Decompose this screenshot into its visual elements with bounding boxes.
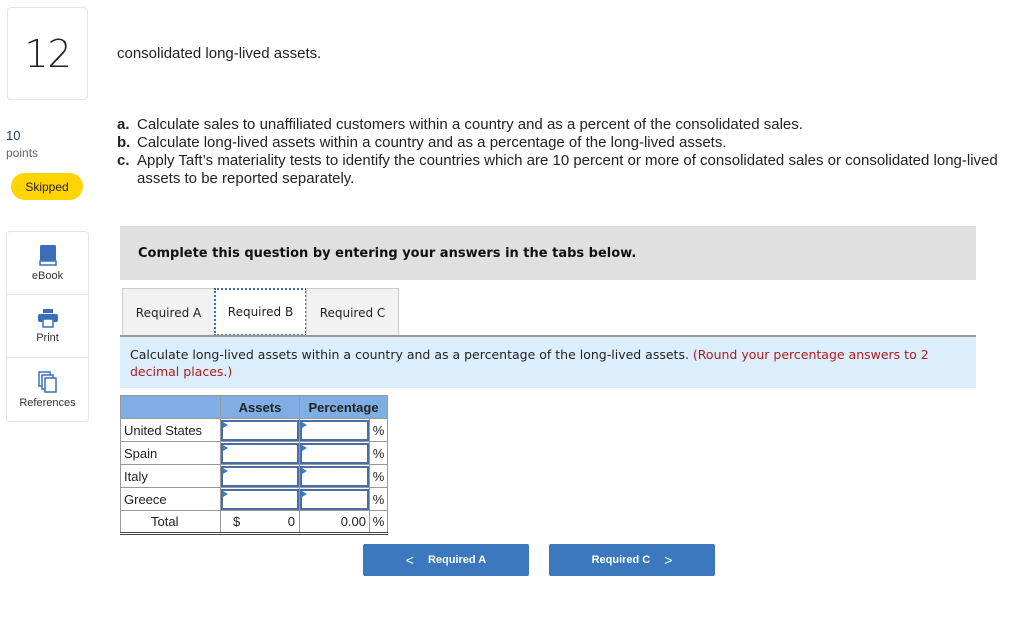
total-row: Total $ 0 0.00 % xyxy=(120,510,388,535)
prev-required-a-button[interactable]: < Required A xyxy=(363,544,529,576)
header-percentage: Percentage xyxy=(299,395,388,419)
percent-symbol: % xyxy=(369,510,388,535)
prompt-text: Calculate long-lived assets within a cou… xyxy=(130,347,693,362)
table-header-row: Assets Percentage xyxy=(120,395,388,419)
question-prompt: Calculate long-lived assets within a cou… xyxy=(120,335,976,388)
intro-text: consolidated long-lived assets. xyxy=(117,45,322,62)
requirement-item: a. Calculate sales to unaffiliated custo… xyxy=(117,116,1024,134)
chevron-right-icon: > xyxy=(664,552,673,568)
references-button[interactable]: References xyxy=(7,358,88,421)
assets-input-greece[interactable] xyxy=(223,490,297,508)
country-label: United States xyxy=(120,418,221,442)
instruction-banner: Complete this question by entering your … xyxy=(120,226,976,280)
points-value: 10 xyxy=(6,128,21,143)
assets-input-united-states[interactable] xyxy=(223,421,297,439)
next-required-c-button[interactable]: Required C > xyxy=(549,544,715,576)
assets-input-italy[interactable] xyxy=(223,467,297,485)
tab-bar: Required A Required B Required C xyxy=(122,288,399,336)
country-label: Italy xyxy=(120,464,221,488)
total-assets-value: 0 xyxy=(287,514,295,529)
percentage-input-italy[interactable] xyxy=(302,467,367,485)
country-label: Greece xyxy=(120,487,221,511)
ebook-button[interactable]: eBook xyxy=(7,232,88,295)
print-button[interactable]: Print xyxy=(7,295,88,358)
requirement-letter: c. xyxy=(117,152,130,169)
tab-required-a[interactable]: Required A xyxy=(122,288,215,336)
total-percentage-value: 0.00 xyxy=(299,510,370,535)
print-label: Print xyxy=(36,332,59,344)
book-icon xyxy=(38,244,57,266)
country-label: Spain xyxy=(120,441,221,465)
question-number: 12 xyxy=(24,31,71,76)
prev-button-label: Required A xyxy=(427,554,487,566)
answer-table: Assets Percentage United States % Spain … xyxy=(120,395,388,535)
percent-symbol: % xyxy=(369,464,388,488)
table-row: Spain % xyxy=(120,441,388,465)
tab-required-b[interactable]: Required B xyxy=(214,288,307,336)
assets-input-spain[interactable] xyxy=(223,444,297,462)
requirement-text: Apply Taft’s materiality tests to identi… xyxy=(137,152,998,169)
percent-symbol: % xyxy=(369,487,388,511)
question-number-box: 12 xyxy=(7,7,88,100)
references-label: References xyxy=(19,396,76,409)
percentage-input-greece[interactable] xyxy=(302,490,367,508)
chevron-left-icon: < xyxy=(405,552,414,568)
clipped-intro-text xyxy=(117,28,987,42)
requirement-item: assets to be reported separately. xyxy=(117,170,1024,188)
percent-symbol: % xyxy=(369,441,388,465)
ebook-label: eBook xyxy=(31,270,64,282)
requirement-letter xyxy=(117,170,137,188)
requirements-list: a. Calculate sales to unaffiliated custo… xyxy=(117,116,1024,188)
header-blank xyxy=(120,395,221,419)
printer-icon xyxy=(37,308,59,328)
table-row: United States % xyxy=(120,418,388,442)
total-label: Total xyxy=(120,510,221,535)
references-icon xyxy=(37,370,58,393)
header-assets: Assets xyxy=(220,395,300,419)
requirement-letter: a. xyxy=(117,116,130,133)
table-row: Greece % xyxy=(120,487,388,511)
requirement-item: c. Apply Taft’s materiality tests to ide… xyxy=(117,152,1024,170)
percent-symbol: % xyxy=(369,418,388,442)
percentage-input-united-states[interactable] xyxy=(302,421,367,439)
instruction-text: Complete this question by entering your … xyxy=(138,245,637,261)
tab-required-c[interactable]: Required C xyxy=(306,288,399,336)
percentage-input-spain[interactable] xyxy=(302,444,367,462)
currency-symbol: $ xyxy=(233,514,241,529)
status-badge: Skipped xyxy=(11,173,83,200)
table-row: Italy % xyxy=(120,464,388,488)
requirement-text: Calculate sales to unaffiliated customer… xyxy=(137,116,803,133)
next-button-label: Required C xyxy=(591,554,651,566)
requirement-item: b. Calculate long-lived assets within a … xyxy=(117,134,1024,152)
requirement-text: assets to be reported separately. xyxy=(137,170,355,187)
requirement-text: Calculate long-lived assets within a cou… xyxy=(137,134,727,151)
requirement-letter: b. xyxy=(117,134,131,151)
tools-panel: eBook Print References xyxy=(6,231,89,422)
points-label: points xyxy=(6,146,39,160)
